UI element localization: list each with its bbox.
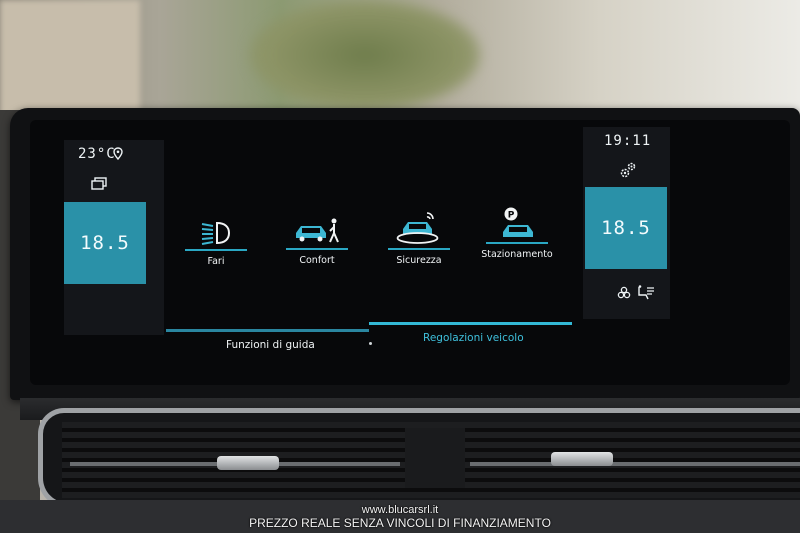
tab-indicator-guida (166, 329, 369, 332)
watermark-text: PREZZO REALE SENZA VINCOLI DI FINANZIAME… (249, 516, 551, 530)
menu-item-fari[interactable]: Fari (171, 219, 261, 267)
headlight-icon (201, 221, 231, 245)
tab-indicator-regolazioni-active (369, 322, 572, 325)
tab-separator-dot (369, 342, 372, 345)
vent-knob-left[interactable] (217, 456, 279, 470)
tab-funzioni-di-guida[interactable]: Funzioni di guida (226, 339, 315, 351)
menu-item-label: Confort (299, 255, 335, 266)
menu-item-underline (185, 249, 247, 251)
menu-item-underline (286, 248, 348, 250)
settings-gear-icon[interactable] (619, 161, 637, 179)
menu-item-underline (388, 248, 450, 250)
vent-knob-right[interactable] (551, 452, 613, 466)
windows-icon[interactable] (91, 177, 107, 191)
car-safety-icon (396, 212, 439, 244)
seat-airflow-icon[interactable] (636, 285, 656, 300)
menu-item-label: Sicurezza (396, 255, 442, 266)
svg-text:P: P (508, 211, 515, 221)
parking-car-icon: P (503, 207, 533, 237)
tab-regolazioni-veicolo[interactable]: Regolazioni veicolo (423, 332, 524, 344)
menu-item-sicurezza[interactable]: Sicurezza (374, 210, 464, 266)
clock: 19:11 (604, 133, 652, 149)
menu-item-stazionamento[interactable]: P Stazionamento (472, 206, 562, 260)
background-tree (250, 0, 480, 110)
left-temperature[interactable]: 18.5 (64, 202, 146, 284)
left-temperature-value: 18.5 (80, 232, 130, 254)
fan-icon[interactable] (617, 286, 631, 300)
menu-item-underline (486, 242, 548, 244)
air-vent-divider (405, 428, 465, 488)
watermark-url: www.blucarsrl.it (361, 504, 439, 516)
outside-temperature: 23°C (78, 146, 116, 162)
menu-item-label: Fari (207, 256, 225, 267)
right-temperature-value: 18.5 (601, 217, 651, 239)
menu-item-confort[interactable]: Confort (272, 216, 362, 266)
car-comfort-icon (296, 218, 339, 243)
right-temperature[interactable]: 18.5 (585, 187, 667, 269)
location-pin-icon (113, 147, 123, 160)
menu-item-label: Stazionamento (481, 249, 553, 260)
vent-slat-right (470, 462, 800, 466)
